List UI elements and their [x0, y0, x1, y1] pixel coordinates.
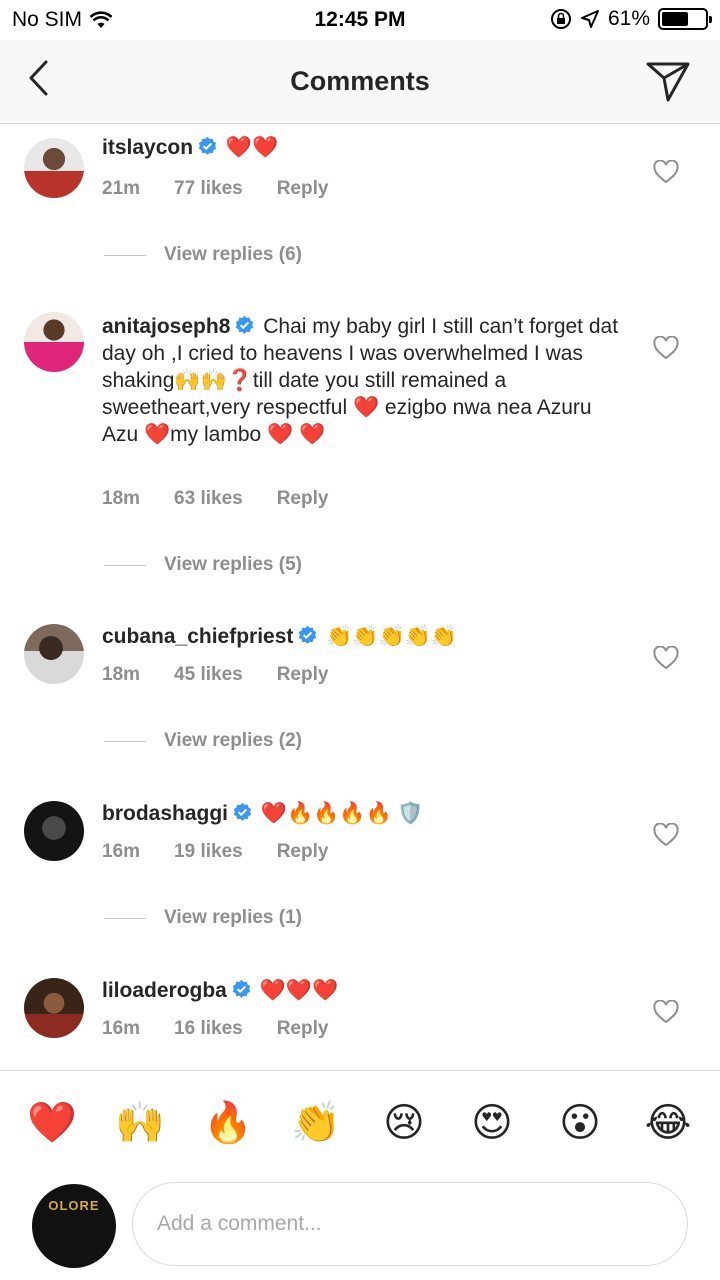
avatar[interactable]	[24, 138, 84, 198]
verified-badge-icon	[236, 315, 254, 334]
view-replies-button[interactable]: View replies (2)	[104, 730, 302, 752]
comment-likes[interactable]: 16 likes	[174, 1018, 243, 1040]
view-replies-button[interactable]: View replies (6)	[104, 244, 302, 266]
avatar[interactable]	[24, 801, 84, 861]
quick-reaction-bar: ❤️ 🙌 🔥 👏 😢 😍 😮 😂	[0, 1070, 720, 1174]
comment-meta: 16m 19 likes Reply	[102, 841, 362, 863]
verified-badge-icon	[299, 625, 317, 644]
comment-time: 16m	[102, 841, 141, 862]
comment-meta: 16m 16 likes Reply	[102, 1018, 362, 1040]
send-direct-icon[interactable]	[644, 56, 692, 104]
comment-text-block: itslaycon ❤️❤️	[102, 134, 622, 161]
comment-meta: 21m 77 likes Reply	[102, 178, 362, 200]
comment-text: ❤️❤️	[225, 136, 279, 159]
battery-percent: 61%	[607, 7, 650, 30]
comment-username[interactable]: cubana_chiefpriest	[102, 625, 293, 648]
location-arrow-icon	[580, 10, 599, 28]
battery-level	[662, 12, 688, 26]
reply-button[interactable]: Reply	[277, 178, 329, 200]
reaction-laughing[interactable]: 😂	[638, 1103, 698, 1143]
comment-text-block: anitajoseph8 Chai my baby girl I still c…	[102, 313, 622, 448]
comment-time: 21m	[102, 178, 141, 199]
like-heart-icon[interactable]	[653, 646, 679, 670]
status-bar: No SIM 12:45 PM 61%	[0, 0, 720, 40]
battery-icon	[658, 8, 712, 30]
page-title: Comments	[290, 66, 430, 96]
like-heart-icon[interactable]	[653, 823, 679, 847]
comment-text-block: brodashaggi ❤️🔥🔥🔥🔥 🛡️	[102, 800, 622, 827]
like-heart-icon[interactable]	[653, 336, 679, 360]
comment-time: 18m	[102, 488, 141, 509]
nav-header: Comments	[0, 40, 720, 124]
avatar[interactable]	[24, 978, 84, 1038]
view-replies-button[interactable]: View replies (5)	[104, 554, 302, 576]
comment-composer: OLORE	[0, 1174, 720, 1280]
comment-username[interactable]: itslaycon	[102, 136, 193, 159]
reaction-heart-eyes[interactable]: 😍	[462, 1103, 522, 1143]
avatar[interactable]	[24, 312, 84, 372]
comment-username[interactable]: liloaderogba	[102, 979, 227, 1002]
my-avatar[interactable]: OLORE	[32, 1184, 116, 1268]
comment-likes[interactable]: 19 likes	[174, 841, 243, 863]
comment-text: ❤️❤️❤️	[259, 979, 339, 1002]
like-heart-icon[interactable]	[653, 160, 679, 184]
reply-button[interactable]: Reply	[277, 664, 329, 686]
comment-likes[interactable]: 77 likes	[174, 178, 243, 200]
reaction-fire[interactable]: 🔥	[198, 1103, 258, 1143]
like-heart-icon[interactable]	[653, 1000, 679, 1024]
comment-username[interactable]: brodashaggi	[102, 802, 228, 825]
comment-text: 👏👏👏👏👏	[326, 625, 457, 648]
avatar[interactable]	[24, 624, 84, 684]
verified-badge-icon	[233, 802, 252, 821]
view-replies-label: View replies (6)	[164, 244, 302, 265]
comment-time: 16m	[102, 1018, 141, 1039]
verified-badge-icon	[198, 136, 217, 155]
comment-input[interactable]	[132, 1182, 688, 1266]
reply-button[interactable]: Reply	[277, 1018, 329, 1040]
view-replies-label: View replies (5)	[164, 554, 302, 575]
verified-badge-icon	[232, 979, 251, 998]
reaction-raised-hands[interactable]: 🙌	[110, 1103, 170, 1143]
comment-text-block: liloaderogba ❤️❤️❤️	[102, 977, 622, 1004]
avatar-logo-text: OLORE	[48, 1198, 100, 1213]
comment-username[interactable]: anitajoseph8	[102, 315, 230, 338]
comment-text: ❤️🔥🔥🔥🔥 🛡️	[260, 802, 424, 825]
reply-button[interactable]: Reply	[277, 841, 329, 863]
comment-meta: 18m 45 likes Reply	[102, 664, 362, 686]
comment-time: 18m	[102, 664, 141, 685]
view-replies-button[interactable]: View replies (1)	[104, 907, 302, 929]
reaction-surprised[interactable]: 😮	[550, 1103, 610, 1143]
reaction-crying[interactable]: 😢	[374, 1103, 434, 1143]
comment-meta: 18m 63 likes Reply	[102, 488, 362, 510]
comment-likes[interactable]: 45 likes	[174, 664, 243, 686]
reaction-clap[interactable]: 👏	[286, 1103, 346, 1143]
status-right: 61%	[550, 7, 712, 31]
view-replies-label: View replies (2)	[164, 730, 302, 751]
reply-button[interactable]: Reply	[277, 488, 329, 510]
orientation-lock-icon	[550, 9, 571, 29]
reaction-heart[interactable]: ❤️	[22, 1103, 82, 1143]
comment-text-block: cubana_chiefpriest 👏👏👏👏👏	[102, 623, 622, 650]
view-replies-label: View replies (1)	[164, 907, 302, 928]
comment-likes[interactable]: 63 likes	[174, 488, 243, 510]
